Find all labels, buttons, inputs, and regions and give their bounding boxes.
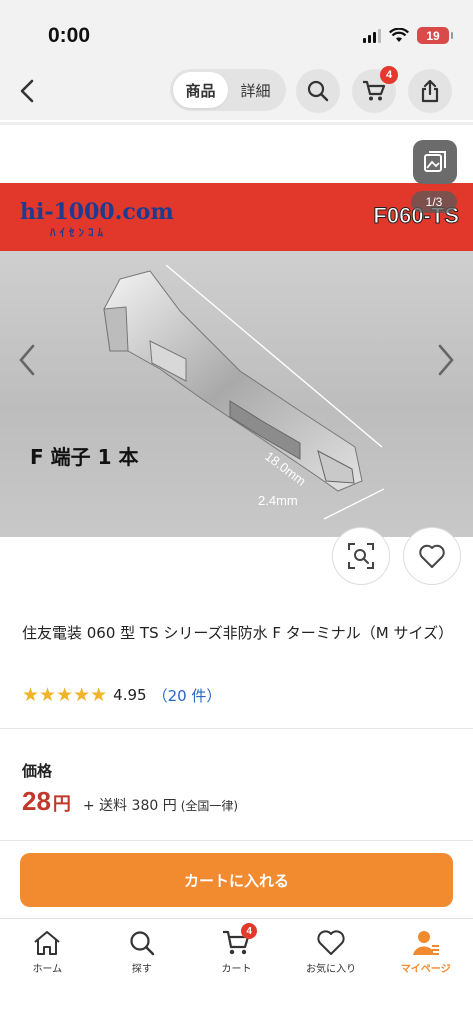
heart-icon [317, 930, 345, 955]
nav-bar: 商品 詳細 4 [0, 62, 473, 120]
search-icon [307, 80, 329, 102]
product-photo: F 端子 1 本 18.0mm [0, 251, 473, 537]
status-bar: 0:00 19 [0, 0, 473, 62]
review-count-link[interactable]: （20 件） [153, 685, 222, 706]
bottom-tab-bar: ホーム 探す 4 カート お気に入り マイページ [0, 918, 473, 1024]
visual-search-icon [348, 543, 374, 569]
favorite-button[interactable] [403, 527, 461, 585]
page-counter: 1/3 [411, 191, 457, 213]
terminal-illustration [103, 264, 385, 520]
tab-details[interactable]: 詳細 [228, 72, 283, 108]
tab-product[interactable]: 商品 [173, 72, 228, 108]
price-value: 28 [22, 786, 51, 816]
cart-button[interactable]: 4 [352, 66, 398, 113]
price-label: 価格 [22, 762, 53, 780]
tab-label: ホーム [32, 964, 63, 975]
visual-search-button[interactable] [332, 527, 390, 585]
shipping-note: (全国一律) [180, 799, 239, 813]
chevron-right-icon[interactable] [433, 340, 459, 380]
product-title: 住友電装 060 型 TS シリーズ非防水 F ターミナル（M サイズ） [22, 624, 454, 642]
divider [0, 728, 473, 729]
back-icon[interactable] [14, 75, 42, 107]
user-icon [412, 931, 439, 955]
brand-logo: hi-1000.com [20, 199, 174, 225]
tab-label: マイページ [400, 964, 451, 975]
tab-home[interactable]: ホーム [0, 919, 95, 1024]
signal-icon [363, 28, 381, 43]
tab-search[interactable]: 探す [95, 919, 190, 1024]
tab-mypage[interactable]: マイページ [378, 919, 473, 1024]
tab-label: カート [221, 964, 252, 975]
gallery-icon [424, 151, 446, 172]
segment-control: 商品 詳細 [170, 69, 286, 111]
product-image-carousel[interactable]: hi-1000.com ﾊｲｾﾝｺﾑ F060-TS F 端子 1 本 18.0… [0, 125, 473, 537]
dimension-width-label: 2.4mm [258, 493, 298, 508]
cart-icon [363, 80, 386, 101]
search-icon [130, 931, 155, 956]
shipping-fee: + 送料 380 円 [82, 798, 177, 814]
search-button[interactable] [296, 69, 340, 113]
battery-indicator: 19 [417, 27, 453, 44]
cart-badge: 4 [241, 923, 258, 939]
tab-favorites[interactable]: お気に入り [284, 919, 379, 1024]
heart-icon [419, 544, 445, 568]
divider [0, 840, 473, 841]
price-unit: 円 [52, 794, 71, 815]
brand-subtext: ﾊｲｾﾝｺﾑ [50, 226, 107, 239]
status-icons: 19 [363, 27, 453, 44]
share-icon [421, 79, 439, 103]
gallery-button[interactable] [413, 140, 457, 184]
rating-value: 4.95 [113, 686, 147, 704]
image-banner: hi-1000.com ﾊｲｾﾝｺﾑ F060-TS [0, 183, 473, 251]
wifi-icon [389, 28, 409, 42]
status-time: 0:00 [48, 24, 91, 47]
rating-stars: ★★★★★ [22, 684, 108, 706]
tab-cart[interactable]: 4 カート [189, 919, 284, 1024]
terminal-label: F 端子 1 本 [30, 445, 139, 469]
cart-badge: 4 [380, 66, 398, 84]
add-to-cart-button[interactable]: カートに入れる [20, 853, 453, 907]
share-button[interactable] [408, 69, 452, 113]
tab-label: お気に入り [306, 964, 357, 975]
home-icon [34, 931, 60, 955]
price-row: 28 円 + 送料 380 円 (全国一律) [22, 786, 238, 817]
tab-label: 探す [131, 964, 152, 975]
chevron-left-icon[interactable] [14, 340, 40, 380]
rating: ★★★★★ 4.95 （20 件） [22, 684, 221, 706]
